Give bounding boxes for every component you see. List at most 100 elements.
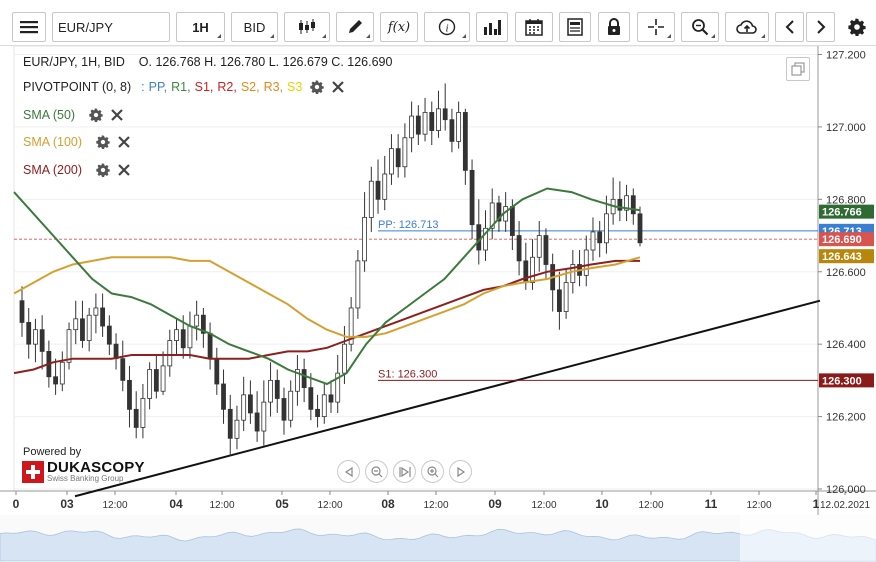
candle-body xyxy=(59,361,65,385)
nav-forward-button[interactable] xyxy=(449,460,472,483)
candle-body xyxy=(39,329,45,352)
candle-body xyxy=(73,318,79,331)
price-tag-label: 126.643 xyxy=(822,251,862,263)
reset-button[interactable] xyxy=(393,460,416,483)
candle-body xyxy=(389,148,394,175)
zoom-icon xyxy=(692,19,709,36)
pivot-s1-line-label: S1: 126.300 xyxy=(378,368,437,380)
report-button[interactable] xyxy=(559,12,591,42)
chart-canvas[interactable]: 127.200 127.000 126.800 126.600 126.400 126.2… xyxy=(0,46,876,562)
candle-body xyxy=(422,112,428,135)
pivot-item-pp: PP, xyxy=(148,80,168,94)
restore-icon xyxy=(791,62,805,76)
scroll-left-button[interactable] xyxy=(775,12,804,42)
zoom-out-button[interactable] xyxy=(365,460,388,483)
candle-body xyxy=(127,379,132,410)
candle-body xyxy=(630,195,636,215)
candle-body xyxy=(476,224,482,251)
gear-icon xyxy=(847,18,866,36)
sma200-close-icon[interactable] xyxy=(118,164,130,176)
candle-body xyxy=(442,108,448,121)
candle-body xyxy=(308,387,314,410)
ohlc-text: EUR/JPY, 1H, BID O. 126.768 H. 126.780 L… xyxy=(23,55,393,69)
candle-body xyxy=(375,180,381,200)
candle-body xyxy=(362,217,367,262)
x-tick-label: 12:00 xyxy=(317,500,342,511)
price-tag: 126.766 xyxy=(819,204,874,219)
play-right-icon xyxy=(456,466,465,477)
zoom-button[interactable] xyxy=(681,12,719,42)
candle-body xyxy=(274,379,280,399)
x-tick-label: 09 xyxy=(488,497,502,511)
candle-body xyxy=(556,289,562,312)
draw-button[interactable] xyxy=(336,12,374,42)
settings-button[interactable] xyxy=(842,12,871,42)
indicators-button[interactable]: f(x) xyxy=(380,12,418,42)
menu-button[interactable] xyxy=(12,12,46,42)
pivot-legend: PIVOTPOINT (0, 8) : PP, R1, S1, R2, S2, R3, S3 xyxy=(23,80,345,94)
zoom-in-button[interactable] xyxy=(421,460,444,483)
x-tick-label: 12:00 xyxy=(423,500,448,511)
chart-type-button[interactable] xyxy=(284,12,330,42)
cloud-button[interactable] xyxy=(725,12,769,42)
candle-body xyxy=(147,369,153,399)
candle-body xyxy=(382,173,388,200)
pivot-item-r2: R2, xyxy=(217,80,237,94)
svg-text:i: i xyxy=(445,23,448,35)
cloud-upload-icon xyxy=(736,20,757,34)
sma50-close-icon[interactable] xyxy=(111,109,123,121)
candle-body xyxy=(53,376,58,385)
candle-body xyxy=(86,314,92,341)
y-tick-label: 126.200 xyxy=(826,412,866,424)
candle-body xyxy=(174,329,179,341)
x-tick-label: 08 xyxy=(381,497,395,511)
sma50-settings-icon[interactable] xyxy=(89,108,103,122)
nav-back-button[interactable] xyxy=(337,460,360,483)
side-select[interactable]: BID xyxy=(231,12,278,42)
document-icon xyxy=(567,18,583,36)
y-tick-label: 126.000 xyxy=(826,484,866,496)
candle-body xyxy=(140,398,146,428)
pivot-pp-line-label: PP: 126.713 xyxy=(378,219,439,231)
chevron-left-icon xyxy=(785,20,794,34)
pivot-close-icon[interactable] xyxy=(332,81,345,93)
sma200-legend: SMA (200) xyxy=(23,163,130,177)
play-left-icon xyxy=(344,466,353,477)
price-tag-label: 126.766 xyxy=(822,207,862,219)
restore-window-button[interactable] xyxy=(786,57,810,81)
candle-body xyxy=(133,408,139,428)
candle-body xyxy=(281,398,287,421)
lock-button[interactable] xyxy=(598,12,630,42)
calendar-button[interactable] xyxy=(515,12,553,42)
x-tick-label: 12:00 xyxy=(638,500,663,511)
y-tick-label: 126.800 xyxy=(826,194,866,206)
price-tag-label: 126.690 xyxy=(822,234,862,246)
sma100-close-icon[interactable] xyxy=(118,136,130,148)
pivot-item-s2: S2, xyxy=(240,80,260,94)
scroll-right-button[interactable] xyxy=(806,12,835,42)
sma200-settings-icon[interactable] xyxy=(96,163,110,177)
candle-body xyxy=(315,408,320,417)
powered-by-text: Powered by xyxy=(23,446,82,458)
zoom-out-icon xyxy=(370,465,382,477)
crosshair-button[interactable] xyxy=(637,12,675,42)
price-tag-label: 126.300 xyxy=(822,375,862,387)
volume-button[interactable] xyxy=(476,12,508,42)
candle-body xyxy=(227,408,233,439)
candle-body xyxy=(19,300,25,323)
x-tick-label: 12:00 xyxy=(531,500,556,511)
candle-body xyxy=(321,394,327,417)
timeframe-select[interactable]: 1H xyxy=(176,12,225,42)
candle-body xyxy=(234,419,240,439)
candle-body xyxy=(590,231,596,251)
x-tick-label: 04 xyxy=(169,497,183,511)
y-tick-label: 126.600 xyxy=(826,267,866,279)
pivot-title: PIVOTPOINT (0, 8) xyxy=(23,80,132,94)
info-button[interactable]: i xyxy=(424,12,470,42)
candle-body xyxy=(221,383,226,410)
candle-body xyxy=(597,231,603,244)
candle-body xyxy=(469,169,475,226)
symbol-input[interactable]: EUR/JPY xyxy=(52,12,170,42)
pivot-settings-icon[interactable] xyxy=(310,80,325,94)
sma100-settings-icon[interactable] xyxy=(96,135,110,149)
